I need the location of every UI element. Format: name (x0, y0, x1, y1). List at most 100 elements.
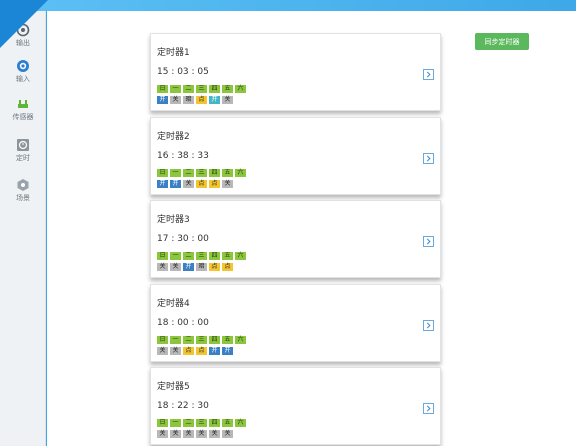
weekday-row: 日一二三四五六 (157, 85, 246, 93)
action-badge: 关 (222, 180, 233, 188)
timer-time: 18 : 00 : 00 (157, 318, 209, 328)
weekday-badge: 日 (157, 336, 168, 344)
action-badge: 关 (157, 430, 168, 438)
action-badge: 点 (196, 96, 207, 104)
timer-card[interactable]: 定时器5 18 : 22 : 30 日一二三四五六关关关关关关 (150, 367, 441, 445)
action-badge: 点 (196, 347, 207, 355)
weekday-badge: 六 (235, 419, 246, 427)
weekday-badge: 四 (209, 169, 220, 177)
weekday-badge: 五 (222, 419, 233, 427)
weekday-row: 日一二三四五六 (157, 252, 246, 260)
weekday-badge: 四 (209, 85, 220, 93)
action-badge: 关 (170, 96, 181, 104)
corner-decoration (0, 0, 48, 48)
weekday-badge: 六 (235, 252, 246, 260)
action-row: 开开关点点关 (157, 180, 233, 188)
timer-card[interactable]: 定时器4 18 : 00 : 00 日一二三四五六关关点点开开 (150, 284, 441, 362)
timer-card[interactable]: 定时器3 17 : 30 : 00 日一二三四五六关关开暗点点 (150, 200, 441, 278)
action-badge: 关 (170, 263, 181, 271)
weekday-badge: 三 (196, 336, 207, 344)
weekday-badge: 二 (183, 419, 194, 427)
action-badge: 点 (222, 263, 233, 271)
chevron-right-icon (426, 322, 431, 329)
weekday-row: 日一二三四五六 (157, 169, 246, 177)
action-row: 开关暗点开关 (157, 96, 233, 104)
timer-name: 定时器5 (157, 382, 190, 392)
action-row: 关关开暗点点 (157, 263, 233, 271)
weekday-badge: 五 (222, 85, 233, 93)
weekday-badge: 五 (222, 252, 233, 260)
action-badge: 开 (157, 96, 168, 104)
action-badge: 开 (209, 347, 220, 355)
weekday-row: 日一二三四五六 (157, 419, 246, 427)
action-badge: 开 (222, 347, 233, 355)
weekday-badge: 六 (235, 85, 246, 93)
weekday-row: 日一二三四五六 (157, 336, 246, 344)
weekday-badge: 三 (196, 85, 207, 93)
action-badge: 关 (209, 430, 220, 438)
weekday-badge: 日 (157, 85, 168, 93)
weekday-badge: 二 (183, 85, 194, 93)
chevron-right-icon (426, 155, 431, 162)
timer-detail-button[interactable] (423, 403, 434, 414)
weekday-badge: 三 (196, 419, 207, 427)
action-badge: 关 (170, 347, 181, 355)
action-badge: 暗 (196, 263, 207, 271)
weekday-badge: 四 (209, 419, 220, 427)
chevron-right-icon (426, 71, 431, 78)
action-badge: 关 (170, 430, 181, 438)
sidebar: 输出 输入 传感器 定时 场景 (0, 11, 46, 446)
weekday-badge: 一 (170, 169, 181, 177)
sidebar-item-label: 定时 (16, 154, 30, 162)
weekday-badge: 五 (222, 169, 233, 177)
timer-time: 16 : 38 : 33 (157, 151, 209, 161)
weekday-badge: 一 (170, 419, 181, 427)
action-badge: 点 (209, 180, 220, 188)
timer-card[interactable]: 定时器2 16 : 38 : 33 日一二三四五六开开关点点关 (150, 117, 441, 195)
timer-name: 定时器4 (157, 299, 190, 309)
sidebar-item-label: 场景 (16, 194, 30, 202)
timer-detail-button[interactable] (423, 320, 434, 331)
sidebar-item-sensor[interactable]: 传感器 (0, 97, 46, 127)
action-badge: 关 (157, 347, 168, 355)
action-row: 关关点点开开 (157, 347, 233, 355)
timer-icon (17, 139, 29, 151)
action-badge: 关 (196, 430, 207, 438)
chevron-right-icon (426, 405, 431, 412)
action-badge: 开 (157, 180, 168, 188)
action-badge: 点 (209, 263, 220, 271)
timer-detail-button[interactable] (423, 236, 434, 247)
action-badge: 暗 (183, 96, 194, 104)
sidebar-item-label: 传感器 (12, 113, 34, 121)
timer-detail-button[interactable] (423, 69, 434, 80)
weekday-badge: 三 (196, 252, 207, 260)
action-badge: 点 (196, 180, 207, 188)
timer-time: 18 : 22 : 30 (157, 401, 209, 411)
sync-timers-button[interactable]: 同步定时器 (475, 33, 529, 50)
weekday-badge: 日 (157, 252, 168, 260)
action-row: 关关关关关关 (157, 430, 233, 438)
timer-detail-button[interactable] (423, 153, 434, 164)
action-badge: 点 (183, 347, 194, 355)
action-badge: 关 (183, 430, 194, 438)
sidebar-item-label: 输入 (16, 75, 30, 83)
timer-card[interactable]: 定时器1 15 : 03 : 05 日一二三四五六开关暗点开关 (150, 33, 441, 111)
weekday-badge: 二 (183, 169, 194, 177)
weekday-badge: 五 (222, 336, 233, 344)
weekday-badge: 四 (209, 252, 220, 260)
sidebar-item-input[interactable]: 输入 (0, 59, 46, 89)
action-badge: 开 (183, 263, 194, 271)
chevron-right-icon (426, 238, 431, 245)
action-badge: 关 (157, 263, 168, 271)
action-badge: 关 (222, 96, 233, 104)
action-badge: 关 (222, 430, 233, 438)
weekday-badge: 一 (170, 336, 181, 344)
weekday-badge: 六 (235, 336, 246, 344)
input-icon (17, 60, 29, 72)
sidebar-item-scene[interactable]: 场景 (0, 178, 46, 208)
top-bar (0, 0, 576, 11)
weekday-badge: 六 (235, 169, 246, 177)
timer-name: 定时器3 (157, 215, 190, 225)
sidebar-item-timer[interactable]: 定时 (0, 138, 46, 168)
weekday-badge: 三 (196, 169, 207, 177)
